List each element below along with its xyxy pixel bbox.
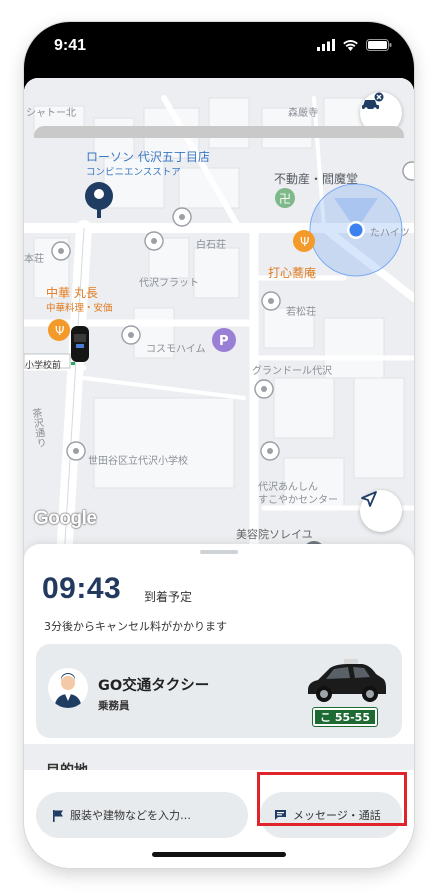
map-label-grand-doll: グランドール代沢 bbox=[252, 366, 332, 377]
taxi-car-icon bbox=[308, 659, 386, 702]
driver-avatar bbox=[48, 668, 88, 708]
status-bar: 9:41 bbox=[24, 22, 414, 70]
wifi-icon bbox=[343, 40, 358, 51]
map-label-wakamatsuso: 若松荘 bbox=[286, 307, 316, 318]
license-plate: こ 55-55 bbox=[312, 707, 378, 727]
svg-text:卍: 卍 bbox=[279, 192, 291, 206]
map-label-school: 世田谷区立代沢小学校 bbox=[88, 456, 188, 467]
taxi-company-name: GO交通タクシー bbox=[98, 678, 210, 694]
clothing-note-input[interactable]: 服装や建物などを入力… bbox=[36, 792, 248, 838]
navigation-arrow-icon bbox=[361, 491, 377, 507]
map-label-lawson-type: コンビニエンスストア bbox=[86, 167, 181, 178]
svg-text:Ψ: Ψ bbox=[55, 324, 64, 338]
map-view[interactable]: Ψ Ψ 卍 P シャトー北 ローソン 代沢五丁目店 コンビニエンスストア 森厳寺… bbox=[24, 78, 414, 558]
map-label-daizawa-flat: 代沢フラット bbox=[139, 278, 199, 289]
map-label-dashin: 打心蕎庵 bbox=[268, 266, 317, 280]
map-label-hights: たハイツ bbox=[370, 228, 410, 239]
phone-frame: 9:41 Ψ Ψ 卍 P シャトー北 ローソン 代沢五丁目店 コンビニエンススト… bbox=[24, 22, 414, 868]
eta-suffix: 到着予定 bbox=[144, 590, 193, 604]
map-label-school-front: 小学校前 bbox=[25, 361, 62, 371]
google-logo: Google bbox=[34, 508, 97, 529]
highlight-box bbox=[257, 772, 407, 826]
sheet-grabber[interactable] bbox=[200, 550, 238, 554]
map-label-shiraishiso: 白石荘 bbox=[196, 240, 226, 251]
map-label-lawson-name: ローソン 代沢五丁目店 bbox=[86, 150, 210, 164]
system-icons bbox=[317, 39, 392, 51]
home-indicator[interactable] bbox=[152, 852, 286, 857]
recenter-location-button[interactable] bbox=[360, 490, 402, 532]
status-time: 9:41 bbox=[54, 37, 87, 54]
cancel-fee-note: 3分後からキャンセル料がかかります bbox=[44, 620, 227, 633]
driver-role: 乗務員 bbox=[98, 700, 130, 712]
map-label-anshin2: すこやかセンター bbox=[258, 495, 338, 506]
map-label-chuka-type: 中華料理・安価 bbox=[46, 303, 113, 314]
svg-text:P: P bbox=[219, 334, 229, 349]
map-label-chuka-name: 中華 丸長 bbox=[46, 286, 98, 300]
map-label-honso: 本荘 bbox=[24, 254, 44, 265]
map-roads: Ψ Ψ 卍 P bbox=[24, 78, 414, 558]
driver-card[interactable]: GO交通タクシー 乗務員 こ 55-55 bbox=[36, 644, 402, 738]
battery-icon bbox=[366, 39, 392, 51]
sheet-stack-edge bbox=[34, 126, 404, 138]
driver-avatar-icon bbox=[54, 673, 82, 708]
clothing-note-placeholder: 服装や建物などを入力… bbox=[70, 809, 191, 822]
car-cancel-icon bbox=[362, 92, 384, 111]
cellular-signal-icon bbox=[317, 39, 335, 51]
map-label-moriyama: 森厳寺 bbox=[288, 108, 318, 119]
app-screen: Ψ Ψ 卍 P シャトー北 ローソン 代沢五丁目店 コンビニエンスストア 森厳寺… bbox=[24, 78, 414, 868]
map-label-shattle: シャトー北 bbox=[26, 108, 76, 119]
svg-text:Ψ: Ψ bbox=[300, 235, 309, 249]
flag-icon bbox=[53, 809, 63, 822]
map-label-fudosan: 不動産・閻魔堂 bbox=[274, 172, 359, 186]
map-label-cosmoheim: コスモハイム bbox=[146, 344, 206, 355]
eta-time: 09:43 bbox=[42, 572, 122, 605]
map-label-beauty: 美容院ソレイユ bbox=[236, 528, 313, 541]
